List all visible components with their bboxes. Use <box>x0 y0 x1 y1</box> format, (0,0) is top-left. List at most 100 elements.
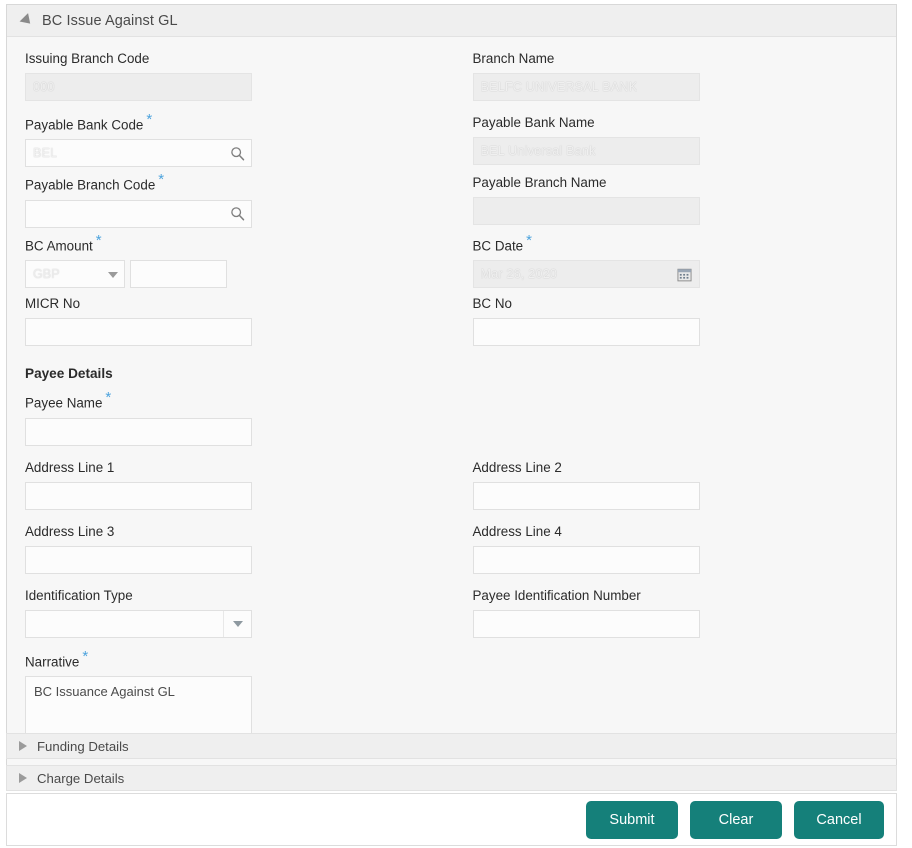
caret-right-icon[interactable] <box>19 773 27 783</box>
label-issuing-branch-code: Issuing Branch Code <box>25 51 150 66</box>
address-line-3-input[interactable] <box>25 545 252 574</box>
field-branch-name: Branch Name BELFC UNIVERSAL BANK <box>472 51 861 101</box>
branch-name-input[interactable]: BELFC UNIVERSAL BANK <box>472 73 700 101</box>
accordion-charge-details[interactable]: Charge Details <box>6 765 897 791</box>
required-asterisk: * <box>82 647 89 665</box>
caret-right-icon[interactable] <box>19 741 27 751</box>
field-bc-no: BC No <box>472 296 861 347</box>
label-bc-no: BC No <box>472 296 512 312</box>
search-icon[interactable] <box>226 200 248 228</box>
form-row-2: Payable Bank Code * BEL Payable Bank Nam… <box>25 111 878 175</box>
chevron-down-icon[interactable] <box>223 610 251 637</box>
cancel-button[interactable]: Cancel <box>794 800 884 839</box>
label-address-line-3: Address Line 3 <box>25 523 115 539</box>
accordion-funding-details[interactable]: Funding Details <box>6 733 897 759</box>
field-payable-bank-code: Payable Bank Code * BEL <box>25 111 434 168</box>
calendar-icon[interactable] <box>674 260 696 288</box>
bc-issue-against-gl-screen: BC Issue Against GL Issuing Branch Code … <box>0 0 912 848</box>
page-title: BC Issue Against GL <box>42 12 178 29</box>
label-address-line-2: Address Line 2 <box>472 459 562 475</box>
payable-branch-code-input[interactable] <box>25 199 252 228</box>
field-bc-amount: BC Amount * GBP <box>25 231 434 289</box>
issuing-branch-code-value: 000 <box>33 80 55 94</box>
bc-amount-currency-select[interactable]: GBP <box>25 260 125 289</box>
field-payable-bank-name: Payable Bank Name BEL Universal Bank <box>472 115 861 165</box>
address-line-4-input[interactable] <box>472 545 700 574</box>
label-narrative: Narrative * <box>25 647 89 670</box>
payee-identification-number-input[interactable] <box>472 609 700 638</box>
label-bc-amount: BC Amount * <box>25 231 102 254</box>
required-asterisk: * <box>105 389 112 407</box>
label-identification-type: Identification Type <box>25 587 133 603</box>
field-bc-date: BC Date * Mar 26, 2020 <box>472 231 861 289</box>
form-row-3: Payable Branch Code * Payable Branch Nam… <box>25 171 878 235</box>
payable-bank-code-input[interactable]: BEL <box>25 139 252 168</box>
panel-header[interactable]: BC Issue Against GL <box>7 5 896 37</box>
bc-issue-panel: BC Issue Against GL Issuing Branch Code … <box>6 4 897 782</box>
field-payee-name: Payee Name * <box>25 389 434 446</box>
label-payable-bank-code: Payable Bank Code * <box>25 111 153 133</box>
required-asterisk: * <box>526 231 532 249</box>
caret-down-icon[interactable] <box>19 12 35 28</box>
bc-amount-input[interactable] <box>130 260 227 289</box>
payable-branch-code-wrapper <box>25 199 252 228</box>
label-address-line-1: Address Line 1 <box>25 459 115 475</box>
accordion-charge-details-label: Charge Details <box>37 770 125 786</box>
payee-name-input[interactable] <box>25 417 252 446</box>
issuing-branch-code-input[interactable]: 000 <box>25 73 252 101</box>
form-row-8: Address Line 3 Address Line 4 <box>25 524 878 588</box>
branch-name-value: BELFC UNIVERSAL BANK <box>480 80 638 94</box>
bc-amount-wrapper: GBP <box>25 260 434 289</box>
payee-details-heading: Payee Details <box>25 366 113 382</box>
required-asterisk: * <box>158 171 165 189</box>
required-asterisk: * <box>146 111 153 128</box>
label-payable-branch-code: Payable Branch Code * <box>25 171 165 193</box>
label-payee-name: Payee Name * <box>25 389 112 411</box>
bc-date-input[interactable]: Mar 26, 2020 <box>472 260 700 289</box>
submit-button[interactable]: Submit <box>586 800 678 839</box>
bc-date-value: Mar 26, 2020 <box>480 267 558 282</box>
accordion-funding-details-label: Funding Details <box>37 738 129 754</box>
label-bc-date: BC Date * <box>472 231 532 254</box>
form-col-left: Issuing Branch Code 000 <box>25 51 452 115</box>
footer-action-bar: Submit Clear Cancel <box>6 793 897 846</box>
required-asterisk: * <box>95 231 102 249</box>
bc-date-wrapper: Mar 26, 2020 <box>472 260 700 289</box>
field-address-line-1: Address Line 1 <box>25 460 434 510</box>
payable-bank-name-input[interactable]: BEL Universal Bank <box>472 137 700 165</box>
form-row-1: Issuing Branch Code 000 Branch Name BELF… <box>25 51 878 115</box>
payable-bank-code-value: BEL <box>33 146 58 161</box>
payable-bank-name-value: BEL Universal Bank <box>480 144 596 158</box>
label-branch-name: Branch Name <box>472 51 555 66</box>
label-payable-branch-name: Payable Branch Name <box>472 175 607 191</box>
form-row-5: MICR No BC No <box>25 296 878 360</box>
panel-body: Issuing Branch Code 000 Branch Name BELF… <box>7 37 896 781</box>
form-row-4: BC Amount * GBP BC Date * Mar 26, 2020 <box>25 231 878 296</box>
bc-no-input[interactable] <box>472 318 700 347</box>
field-address-line-4: Address Line 4 <box>472 523 861 574</box>
form-row-6: Payee Name * <box>25 389 878 459</box>
label-payable-bank-name: Payable Bank Name <box>472 115 595 130</box>
form-row-9: Identification Type Payee Identification… <box>25 588 878 652</box>
payable-bank-code-wrapper: BEL <box>25 139 252 168</box>
bc-amount-currency-value: GBP <box>33 267 60 282</box>
clear-button[interactable]: Clear <box>690 800 782 839</box>
form-col-right: Branch Name BELFC UNIVERSAL BANK <box>452 51 879 115</box>
payable-branch-name-input[interactable] <box>472 197 700 226</box>
identification-type-select[interactable] <box>25 609 252 638</box>
field-micr-no: MICR No <box>25 296 434 347</box>
chevron-down-icon[interactable] <box>108 272 118 279</box>
label-payee-identification-number: Payee Identification Number <box>472 587 641 603</box>
address-line-2-input[interactable] <box>472 481 700 510</box>
field-payable-branch-code: Payable Branch Code * <box>25 171 434 228</box>
label-address-line-4: Address Line 4 <box>472 523 562 539</box>
field-payee-identification-number: Payee Identification Number <box>472 587 861 638</box>
field-issuing-branch-code: Issuing Branch Code 000 <box>25 51 434 101</box>
address-line-1-input[interactable] <box>25 481 252 510</box>
label-micr-no: MICR No <box>25 296 81 312</box>
field-address-line-3: Address Line 3 <box>25 524 434 574</box>
identification-type-value <box>26 611 223 637</box>
micr-no-input[interactable] <box>25 318 252 347</box>
search-icon[interactable] <box>226 139 248 167</box>
form-row-7: Address Line 1 Address Line 2 <box>25 460 878 524</box>
